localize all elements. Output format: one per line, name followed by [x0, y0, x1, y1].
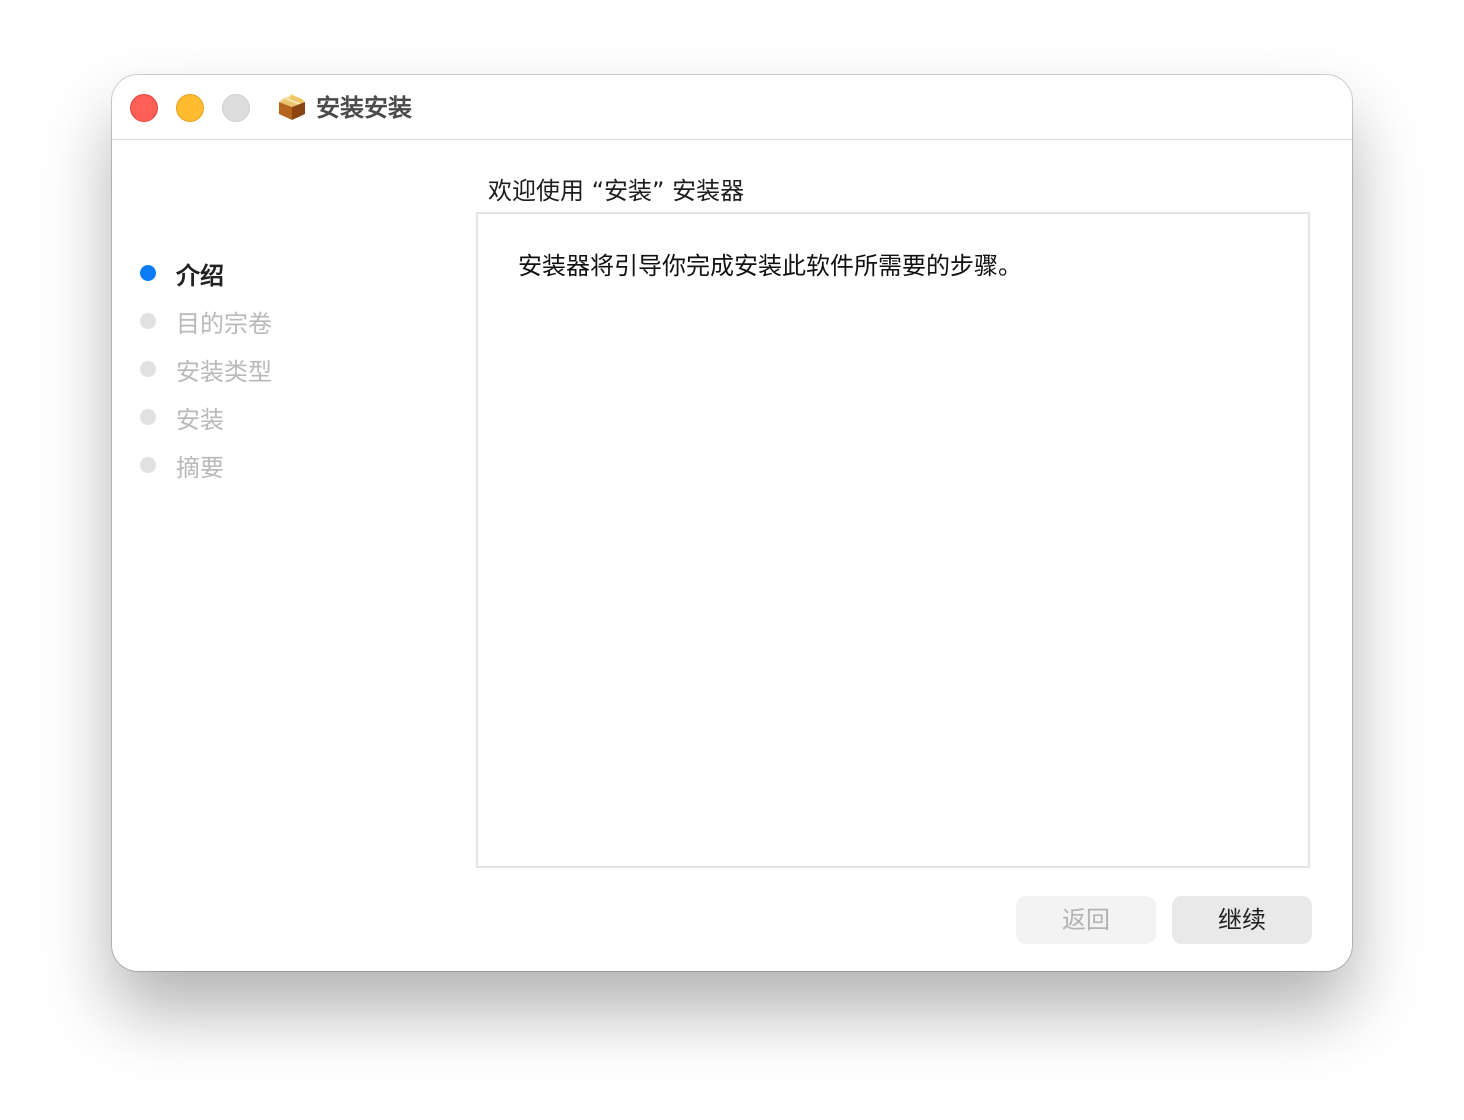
back-button[interactable]: 返回: [1016, 896, 1156, 944]
window-title: 安装安装: [316, 94, 412, 122]
title-bar: 安装安装: [112, 75, 1352, 140]
zoom-window-button[interactable]: [222, 94, 250, 122]
step-installation: 安装: [140, 393, 272, 441]
step-indicator: [140, 409, 156, 425]
installer-steps-list: 介绍 目的宗卷 安装类型 安装 摘要: [140, 249, 272, 489]
close-window-button[interactable]: [130, 94, 158, 122]
step-summary: 摘要: [140, 441, 272, 489]
step-label: 安装类型: [176, 357, 272, 386]
step-indicator: [140, 361, 156, 377]
intro-text: 安装器将引导你完成安装此软件所需要的步骤。: [518, 252, 1022, 280]
step-introduction: 介绍: [140, 249, 272, 297]
page-heading: 欢迎使用 “安装” 安装器: [488, 177, 745, 205]
step-label: 介绍: [176, 261, 224, 290]
step-label: 安装: [176, 405, 224, 434]
package-installer-icon: [279, 94, 305, 120]
continue-button[interactable]: 继续: [1172, 896, 1312, 944]
step-installation-type: 安装类型: [140, 345, 272, 393]
installer-window: 安装安装 欢迎使用 “安装” 安装器 介绍 目的宗卷 安装类型 安装 摘要 安装…: [112, 75, 1352, 971]
step-label: 摘要: [176, 453, 224, 482]
step-destination: 目的宗卷: [140, 297, 272, 345]
step-label: 目的宗卷: [176, 309, 272, 338]
step-active-indicator: [140, 265, 156, 281]
step-indicator: [140, 313, 156, 329]
step-indicator: [140, 457, 156, 473]
minimize-window-button[interactable]: [176, 94, 204, 122]
content-panel: 安装器将引导你完成安装此软件所需要的步骤。: [476, 212, 1310, 868]
